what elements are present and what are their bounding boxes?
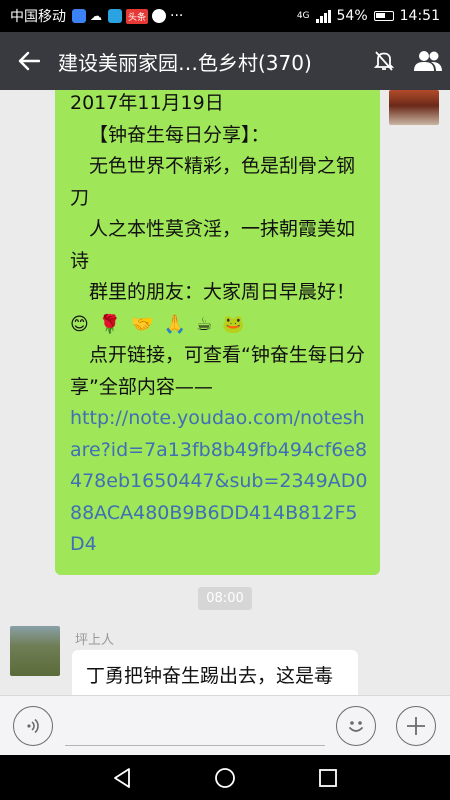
notification-app-icon xyxy=(72,9,86,23)
poem-line-2: 人之本性莫贪淫，一抹朝霞美如诗 xyxy=(70,218,356,272)
input-bar xyxy=(0,695,450,755)
poem-line-1: 无色世界不精彩，色是刮骨之钢刀 xyxy=(70,155,356,209)
frog-emoji-icon: 🐸 xyxy=(222,313,245,335)
status-bar: 中国移动 ☁ 头条 ··· 4G 54% 14:51 xyxy=(0,0,450,32)
sender-name: 坪上人 xyxy=(75,633,115,648)
chat-area[interactable]: 2017年11月19日 【钟奋生每日分享】： 无色世界不精彩，色是刮骨之钢刀 人… xyxy=(0,90,450,695)
system-nav-bar xyxy=(0,755,450,800)
pray-emoji-icon: 🙏 xyxy=(163,313,187,335)
nav-home-button[interactable] xyxy=(203,756,247,800)
nav-back-button[interactable] xyxy=(100,756,144,800)
network-type: 4G xyxy=(296,11,310,21)
cloud-icon: ☁ xyxy=(90,9,102,23)
chat-title: 建设美丽家园…色乡村(370) xyxy=(58,50,312,75)
instruction-line: 点开链接，可查看“钟奋生每日分享”全部内容—— xyxy=(70,344,365,398)
more-options-button[interactable] xyxy=(396,706,436,746)
telegram-icon xyxy=(108,9,122,23)
back-arrow-icon xyxy=(18,51,40,71)
mute-button[interactable] xyxy=(362,32,406,90)
handshake-emoji-icon: 🤝 xyxy=(131,313,154,335)
shared-link[interactable]: http://note.youdao.com/noteshare?id=7a13… xyxy=(70,403,368,561)
group-members-button[interactable] xyxy=(406,32,450,90)
my-message-bubble[interactable]: 2017年11月19日 【钟奋生每日分享】： 无色世界不精彩，色是刮骨之钢刀 人… xyxy=(55,90,380,575)
message-input[interactable] xyxy=(65,706,325,746)
toutiao-icon: 头条 xyxy=(126,8,149,24)
chat-header: 建设美丽家园…色乡村(370) xyxy=(0,32,450,90)
message-date: 2017年11月19日 xyxy=(70,92,224,114)
more-notifications-icon: ··· xyxy=(170,8,184,24)
battery-percent: 54% xyxy=(336,8,368,24)
back-button[interactable] xyxy=(0,32,58,90)
incoming-message-text: 丁勇把钟奋生踢出去，这是毒 xyxy=(86,665,334,687)
message-heading: 【钟奋生每日分享】： xyxy=(89,123,270,146)
signal-icon xyxy=(315,9,331,23)
plus-icon xyxy=(407,717,425,735)
sender-avatar[interactable] xyxy=(10,626,60,676)
my-avatar[interactable] xyxy=(389,90,439,125)
nav-recents-button[interactable] xyxy=(306,756,350,800)
smile-emoji-icon: 😊 xyxy=(70,313,89,335)
search-app-icon xyxy=(152,9,167,23)
incoming-message-bubble[interactable]: 丁勇把钟奋生踢出去，这是毒 xyxy=(72,650,358,695)
emoji-row: 😊 🌹 🤝 🙏 ☕ 🐸 xyxy=(70,309,368,341)
greeting-line: 群里的朋友：大家周日早晨好！ xyxy=(89,281,356,303)
smiley-icon xyxy=(349,721,363,732)
home-circle-icon xyxy=(215,767,235,788)
message-timestamp: 08:00 xyxy=(198,587,252,610)
triangle-back-icon xyxy=(113,767,130,788)
battery-icon xyxy=(373,11,394,21)
recents-square-icon xyxy=(319,768,338,787)
voice-icon xyxy=(27,718,39,734)
carrier-label: 中国移动 xyxy=(10,9,66,25)
mute-bell-icon xyxy=(373,51,395,71)
group-icon xyxy=(414,51,442,71)
voice-input-button[interactable] xyxy=(13,706,53,746)
emoji-button[interactable] xyxy=(336,706,376,746)
rose-emoji-icon: 🌹 xyxy=(98,313,122,335)
clock: 14:51 xyxy=(399,8,440,24)
coffee-emoji-icon: ☕ xyxy=(196,313,213,335)
